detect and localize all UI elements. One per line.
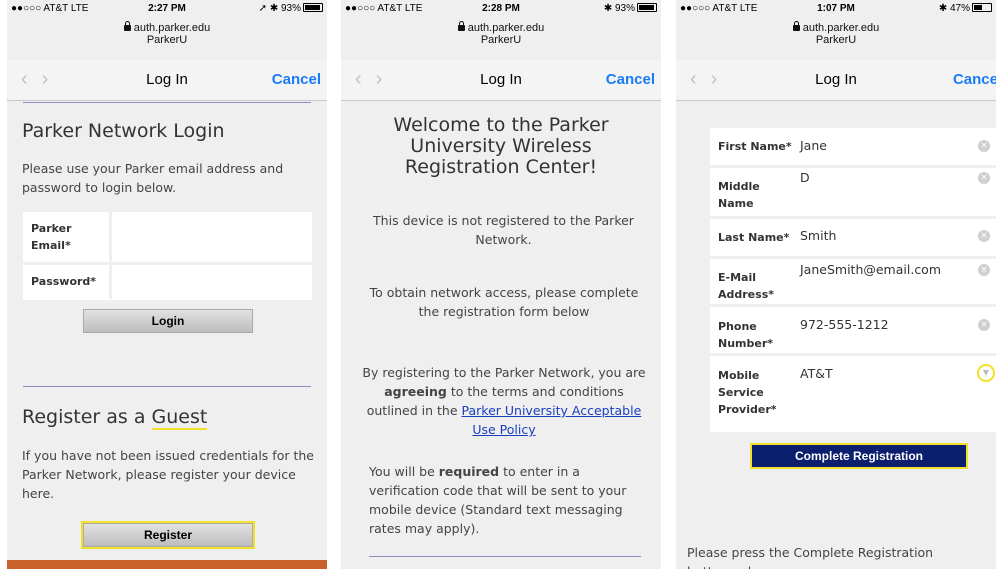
nav-bar: ‹› Log In Cancel bbox=[7, 60, 327, 101]
clear-icon[interactable]: × bbox=[978, 264, 990, 276]
divider bbox=[369, 556, 641, 557]
status-bar: ●●○○○ AT&T LTE 2:27 PM ➚ ✱ 93% bbox=[7, 0, 327, 17]
lock-icon bbox=[792, 21, 800, 31]
url-domain: auth.parker.edu bbox=[467, 22, 545, 34]
site-name: ParkerU bbox=[146, 34, 188, 46]
battery-percent: 93% bbox=[280, 3, 301, 14]
registration-form: First Name* Jane × Middle Name D × Last … bbox=[710, 128, 996, 432]
acceptable-use-policy-link[interactable]: Parker University Acceptable Use Policy bbox=[462, 403, 642, 437]
lock-icon bbox=[457, 21, 465, 31]
battery-indicator: ✱ 93% bbox=[604, 3, 657, 14]
p4-text: You will be bbox=[369, 464, 439, 479]
battery-icon bbox=[972, 3, 992, 12]
register-button[interactable]: Register bbox=[81, 521, 255, 549]
welcome-p3: By registering to the Parker Network, yo… bbox=[361, 363, 647, 439]
battery-percent: 47% bbox=[949, 3, 970, 14]
phone-input[interactable]: 972-555-1212 bbox=[800, 317, 889, 332]
site-name: ParkerU bbox=[480, 34, 522, 46]
battery-indicator: ✱ 47% bbox=[939, 3, 992, 14]
cancel-button[interactable]: Cancel bbox=[272, 71, 321, 88]
phone-row: Phone Number* 972-555-1212 × bbox=[710, 307, 996, 356]
login-button[interactable]: Login bbox=[83, 309, 253, 333]
url-bar[interactable]: auth.parker.edu ParkerU bbox=[341, 17, 661, 59]
welcome-p2: To obtain network access, please complet… bbox=[369, 285, 639, 319]
last-name-label: Last Name* bbox=[718, 231, 790, 244]
location-bluetooth-icon: ➚ ✱ bbox=[258, 3, 279, 14]
battery-icon bbox=[303, 3, 323, 12]
first-name-row: First Name* Jane × bbox=[710, 128, 996, 168]
guest-heading: Register as a Guest bbox=[22, 406, 208, 430]
password-label: Password* bbox=[31, 275, 97, 288]
guest-heading-highlight: Guest bbox=[151, 406, 208, 430]
email-row: E-Mail Address* JaneSmith@email.com × bbox=[710, 259, 996, 307]
welcome-p1: This device is not registered to the Par… bbox=[373, 213, 634, 247]
provider-select[interactable]: AT&T bbox=[800, 366, 833, 381]
welcome-p4: You will be required to enter in a verif… bbox=[369, 462, 641, 538]
phone-label: Phone Number* bbox=[718, 320, 774, 350]
registration-content: First Name* Jane × Middle Name D × Last … bbox=[676, 101, 996, 569]
clear-icon[interactable]: × bbox=[978, 140, 990, 152]
login-form: Parker Email* Password* bbox=[23, 212, 312, 300]
guest-heading-prefix: Register as a bbox=[22, 406, 152, 428]
nav-title: Log In bbox=[815, 71, 857, 88]
clear-icon[interactable]: × bbox=[978, 319, 990, 331]
battery-percent: 93% bbox=[614, 3, 635, 14]
footer-bar bbox=[7, 560, 327, 569]
middle-name-label: Middle Name bbox=[718, 180, 760, 210]
p4-bold: required bbox=[438, 464, 500, 479]
battery-icon bbox=[637, 3, 657, 12]
last-name-input[interactable]: Smith bbox=[800, 228, 836, 243]
welcome-content: Welcome to the Parker University Wireles… bbox=[341, 101, 661, 569]
welcome-heading: Welcome to the Parker University Wireles… bbox=[393, 114, 609, 178]
guest-text: If you have not been issued credentials … bbox=[22, 448, 314, 501]
email-input[interactable]: JaneSmith@email.com bbox=[800, 262, 941, 277]
middle-name-input[interactable]: D bbox=[800, 170, 810, 185]
email-input[interactable] bbox=[109, 212, 312, 262]
cancel-button[interactable]: Cancel bbox=[606, 71, 655, 88]
email-row: Parker Email* bbox=[23, 212, 312, 265]
url-bar[interactable]: auth.parker.edu ParkerU bbox=[676, 17, 996, 59]
phone-screen-registration-form: ●●○○○ AT&T LTE 1:07 PM ✱ 47% auth.parker… bbox=[676, 0, 996, 569]
login-intro: Please use your Parker email address and… bbox=[22, 161, 284, 195]
url-domain: auth.parker.edu bbox=[802, 22, 880, 34]
clear-icon[interactable]: × bbox=[978, 172, 990, 184]
login-heading: Parker Network Login bbox=[22, 120, 225, 142]
nav-bar: ‹› Log In Cance bbox=[676, 60, 996, 101]
clear-icon[interactable]: × bbox=[978, 230, 990, 242]
bluetooth-icon: ✱ bbox=[603, 3, 613, 14]
url-domain: auth.parker.edu bbox=[133, 22, 211, 34]
login-content: Parker Network Login Please use your Par… bbox=[7, 101, 327, 569]
divider bbox=[23, 386, 311, 387]
bluetooth-icon: ✱ bbox=[938, 3, 948, 14]
password-input[interactable] bbox=[109, 265, 312, 299]
middle-name-row: Middle Name D × bbox=[710, 168, 996, 219]
complete-registration-button[interactable]: Complete Registration bbox=[750, 443, 968, 469]
provider-row: Mobile Service Provider* AT&T ▼ bbox=[710, 356, 996, 432]
url-bar[interactable]: auth.parker.edu ParkerU bbox=[7, 17, 327, 59]
email-label: E-Mail Address* bbox=[718, 271, 774, 301]
chevron-down-icon[interactable]: ▼ bbox=[977, 364, 995, 382]
p3-bold: agreeing bbox=[384, 384, 447, 399]
lock-icon bbox=[123, 21, 131, 31]
provider-label: Mobile Service Provider* bbox=[718, 369, 777, 416]
phone-screen-login: ●●○○○ AT&T LTE 2:27 PM ➚ ✱ 93% auth.park… bbox=[7, 0, 327, 569]
site-name: ParkerU bbox=[815, 34, 857, 46]
p3-text: By registering to the Parker Network, yo… bbox=[362, 365, 646, 380]
first-name-input[interactable]: Jane bbox=[800, 138, 827, 153]
registration-note: Please press the Complete Registration b… bbox=[687, 545, 934, 569]
nav-bar: ‹› Log In Cancel bbox=[341, 60, 661, 101]
first-name-label: First Name* bbox=[718, 140, 792, 153]
status-bar: ●●○○○ AT&T LTE 1:07 PM ✱ 47% bbox=[676, 0, 996, 17]
password-row: Password* bbox=[23, 265, 312, 299]
divider bbox=[23, 102, 311, 103]
status-bar: ●●○○○ AT&T LTE 2:28 PM ✱ 93% bbox=[341, 0, 661, 17]
email-label: Parker Email* bbox=[31, 222, 72, 252]
cancel-button[interactable]: Cance bbox=[953, 71, 996, 88]
last-name-row: Last Name* Smith × bbox=[710, 219, 996, 259]
phone-screen-welcome: ●●○○○ AT&T LTE 2:28 PM ✱ 93% auth.parker… bbox=[341, 0, 661, 569]
battery-indicator: ➚ ✱ 93% bbox=[259, 3, 323, 14]
